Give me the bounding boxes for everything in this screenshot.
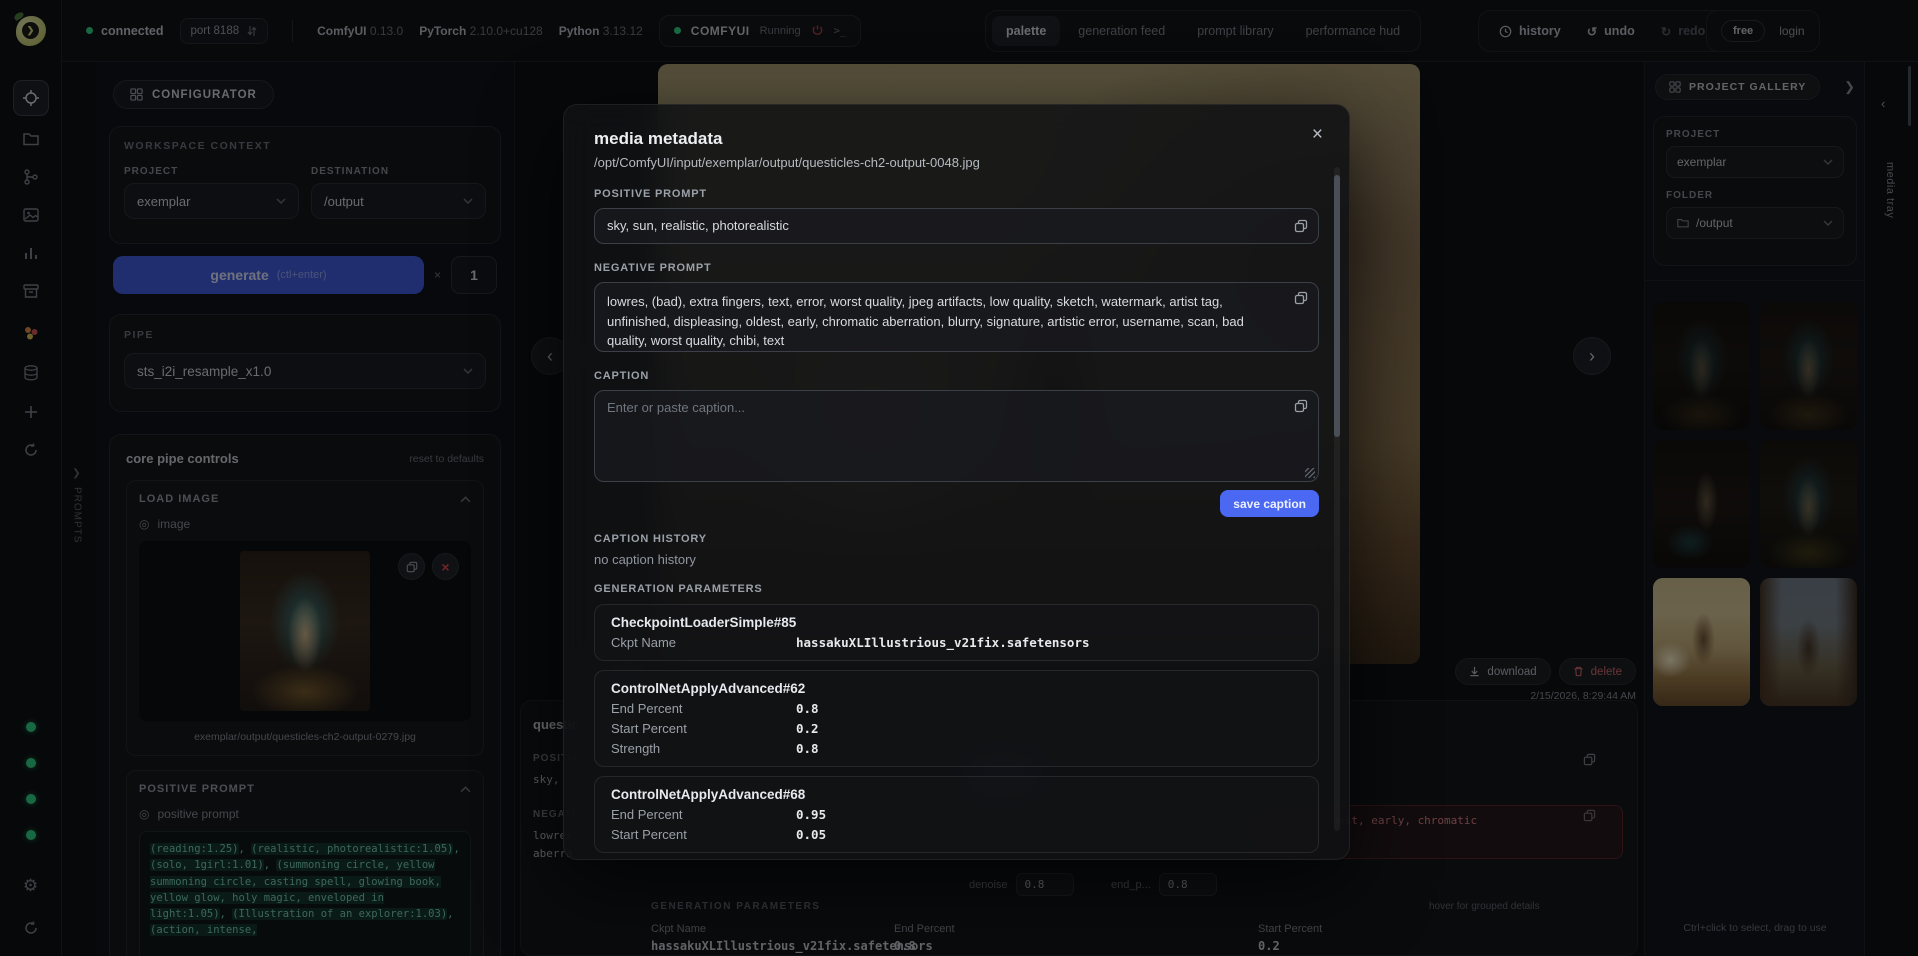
app-root: ❯ connected port 8188 ComfyUI 0.13.0 PyT… bbox=[0, 0, 1918, 956]
param-row: Ckpt Name hassakuXLIllustrious_v21fix.sa… bbox=[611, 635, 1302, 650]
copy-icon[interactable] bbox=[1294, 399, 1308, 413]
modal-positive-input[interactable]: sky, sun, realistic, photorealistic bbox=[594, 208, 1319, 244]
modal-caption-label: CAPTION bbox=[594, 370, 1319, 382]
save-caption-button[interactable]: save caption bbox=[1220, 490, 1319, 517]
media-metadata-modal: media metadata /opt/ComfyUI/input/exempl… bbox=[563, 104, 1350, 860]
modal-scrollbar-thumb[interactable] bbox=[1334, 175, 1340, 437]
modal-file-path: /opt/ComfyUI/input/exemplar/output/quest… bbox=[594, 155, 1319, 170]
close-icon[interactable]: × bbox=[1312, 125, 1323, 144]
modal-positive-value: sky, sun, realistic, photorealistic bbox=[607, 216, 789, 236]
caption-history-empty: no caption history bbox=[594, 552, 1319, 567]
copy-icon[interactable] bbox=[1294, 291, 1308, 305]
param-row: Start Percent 0.05 bbox=[611, 827, 1302, 842]
param-box-controlnet-68: ControlNetApplyAdvanced#68 End Percent 0… bbox=[594, 776, 1319, 853]
param-box-title: ControlNetApplyAdvanced#62 bbox=[611, 681, 1302, 696]
param-box-checkpoint: CheckpointLoaderSimple#85 Ckpt Name hass… bbox=[594, 604, 1319, 661]
modal-negative-value: lowres, (bad), extra fingers, text, erro… bbox=[607, 294, 1244, 348]
param-row: End Percent 0.8 bbox=[611, 701, 1302, 716]
resize-handle-icon[interactable] bbox=[1305, 468, 1315, 478]
param-row: Strength 0.8 bbox=[611, 741, 1302, 756]
param-box-controlnet-62: ControlNetApplyAdvanced#62 End Percent 0… bbox=[594, 670, 1319, 767]
modal-negative-label: NEGATIVE PROMPT bbox=[594, 262, 1319, 274]
modal-caption-textarea[interactable] bbox=[607, 400, 1274, 472]
param-row: Start Percent 0.2 bbox=[611, 721, 1302, 736]
copy-icon[interactable] bbox=[1294, 219, 1308, 233]
param-box-title: ControlNetApplyAdvanced#68 bbox=[611, 787, 1302, 802]
modal-title: media metadata bbox=[594, 129, 1319, 149]
generation-parameters-label: GENERATION PARAMETERS bbox=[594, 583, 1319, 595]
modal-negative-input[interactable]: lowres, (bad), extra fingers, text, erro… bbox=[594, 282, 1319, 352]
modal-caption-field bbox=[594, 390, 1319, 482]
param-box-title: CheckpointLoaderSimple#85 bbox=[611, 615, 1302, 630]
modal-positive-label: POSITIVE PROMPT bbox=[594, 188, 1319, 200]
caption-history-label: CAPTION HISTORY bbox=[594, 533, 1319, 545]
param-row: End Percent 0.95 bbox=[611, 807, 1302, 822]
